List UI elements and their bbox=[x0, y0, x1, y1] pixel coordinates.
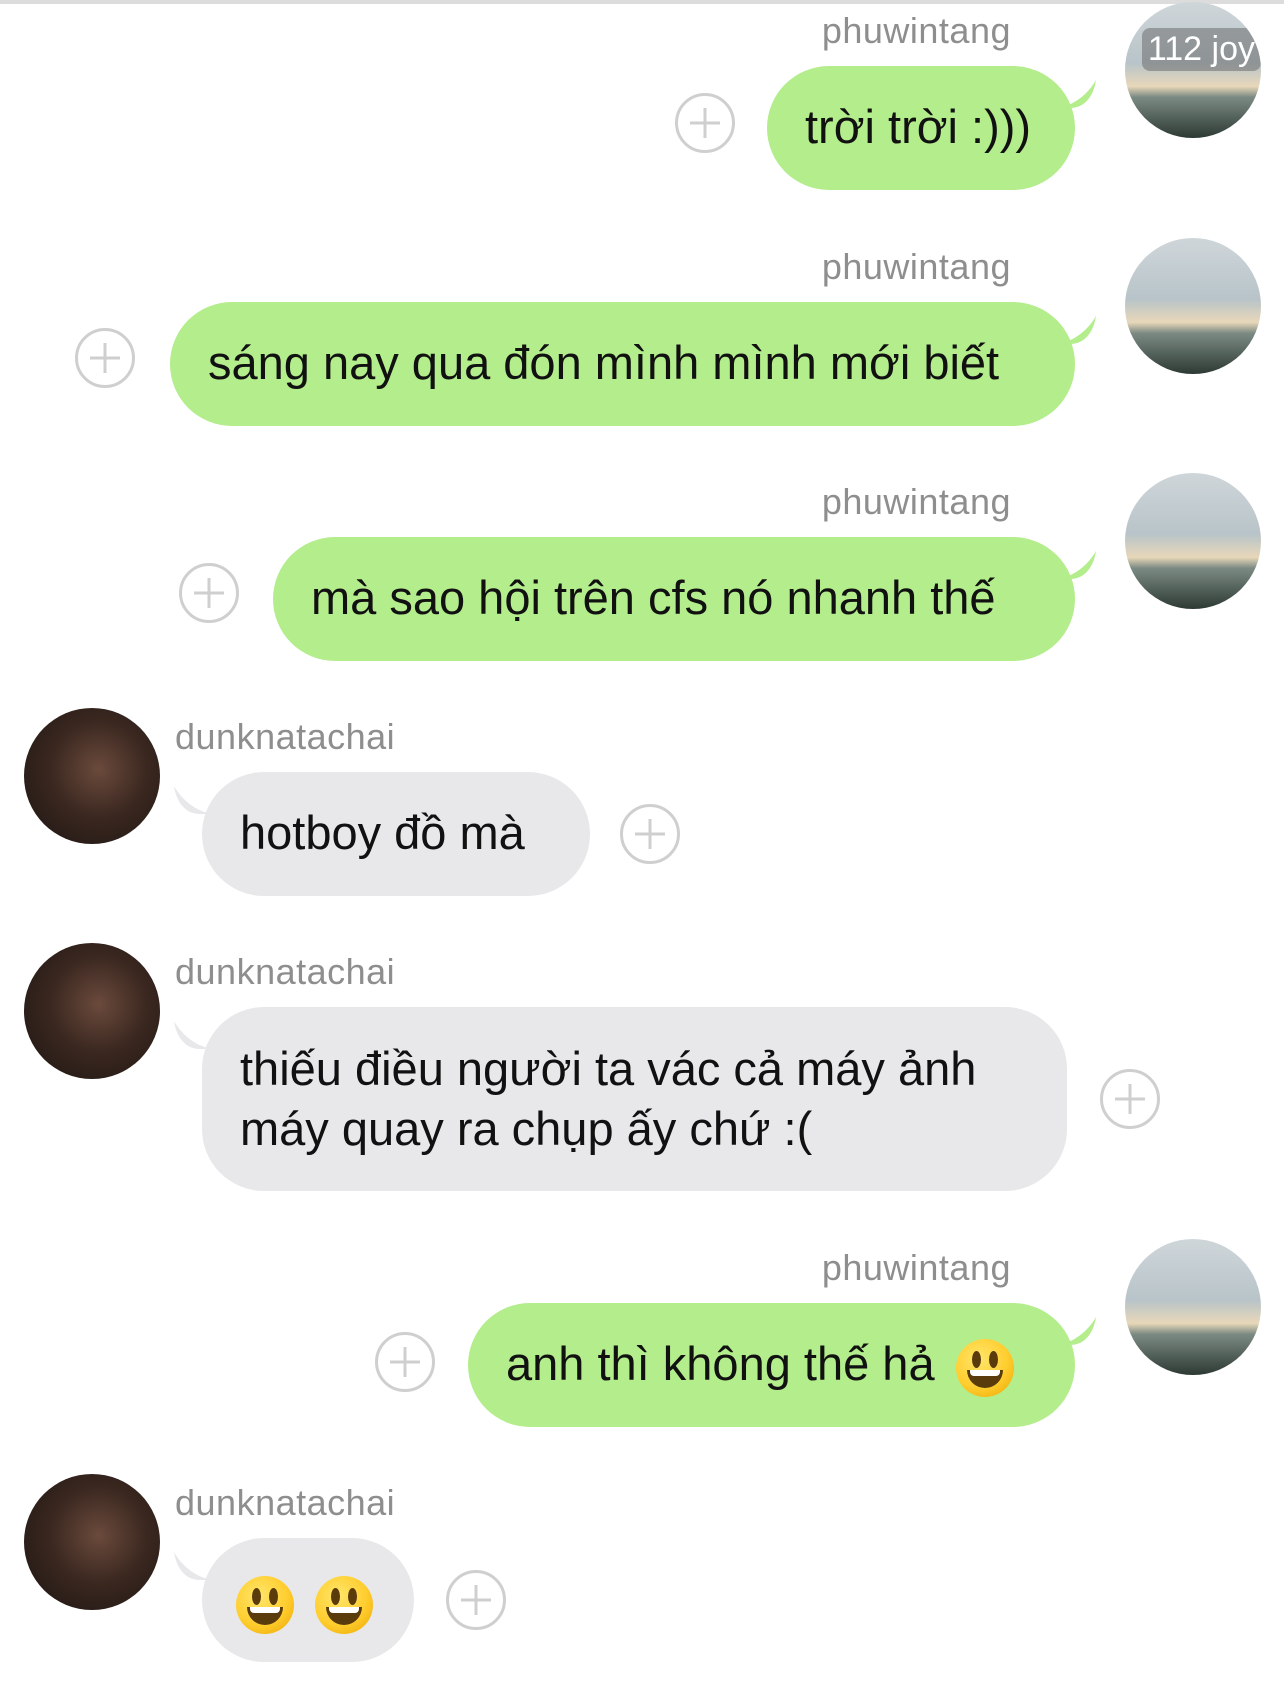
message-bubble[interactable]: hotboy đồ mà bbox=[202, 772, 590, 896]
add-reaction-button[interactable] bbox=[75, 328, 135, 388]
add-reaction-button[interactable] bbox=[620, 804, 680, 864]
message-text: mà sao hội trên cfs nó nhanh thế bbox=[311, 571, 996, 624]
sender-avatar[interactable] bbox=[1125, 238, 1261, 374]
grinning-face-icon bbox=[315, 1575, 374, 1634]
top-divider bbox=[0, 0, 1284, 4]
sender-username: dunknatachai bbox=[175, 716, 396, 757]
sender-username: dunknatachai bbox=[175, 951, 396, 992]
message-text: sáng nay qua đón mình mình mới biết bbox=[208, 336, 1000, 389]
sender-avatar[interactable] bbox=[24, 708, 160, 844]
message-bubble[interactable]: mà sao hội trên cfs nó nhanh thế bbox=[273, 537, 1075, 661]
sender-username: dunknatachai bbox=[175, 1482, 396, 1523]
add-reaction-button[interactable] bbox=[1100, 1069, 1160, 1129]
sender-username: phuwintang bbox=[821, 1247, 1011, 1288]
bubble-tail bbox=[1056, 551, 1096, 579]
add-reaction-button[interactable] bbox=[375, 1332, 435, 1392]
message-bubble[interactable]: thiếu điều người ta vác cả máy ảnh máy q… bbox=[202, 1007, 1067, 1191]
avatar-overlay-label: 112 joy bbox=[1141, 28, 1261, 71]
bubble-tail bbox=[1056, 80, 1096, 108]
sender-username: phuwintang bbox=[821, 481, 1011, 522]
sender-avatar[interactable]: 112 joy bbox=[1125, 2, 1261, 138]
sender-username: phuwintang bbox=[821, 10, 1011, 51]
bubble-tail bbox=[1056, 316, 1096, 344]
sender-avatar[interactable] bbox=[24, 943, 160, 1079]
message-bubble[interactable]: trời trời :))) bbox=[767, 66, 1075, 190]
bubble-tail bbox=[1056, 1317, 1096, 1345]
message-bubble[interactable]: anh thì không thế hả bbox=[468, 1303, 1075, 1427]
message-text-line: máy quay ra chụp ấy chứ :( bbox=[240, 1102, 813, 1155]
grinning-face-icon bbox=[236, 1575, 294, 1634]
message-text: anh thì không thế hả bbox=[506, 1337, 935, 1390]
message-text-line: thiếu điều người ta vác cả máy ảnh bbox=[240, 1042, 977, 1095]
add-reaction-button[interactable] bbox=[446, 1570, 506, 1630]
sender-username: phuwintang bbox=[821, 246, 1011, 287]
sender-avatar[interactable] bbox=[24, 1474, 160, 1610]
grinning-face-icon bbox=[955, 1338, 1014, 1397]
sender-avatar[interactable] bbox=[1125, 473, 1261, 609]
sender-avatar[interactable] bbox=[1125, 1239, 1261, 1375]
message-text: trời trời :))) bbox=[805, 100, 1032, 153]
message-bubble[interactable] bbox=[202, 1538, 414, 1662]
add-reaction-button[interactable] bbox=[675, 93, 735, 153]
message-text: hotboy đồ mà bbox=[240, 806, 525, 859]
add-reaction-button[interactable] bbox=[179, 563, 239, 623]
message-bubble[interactable]: sáng nay qua đón mình mình mới biết bbox=[170, 302, 1075, 426]
